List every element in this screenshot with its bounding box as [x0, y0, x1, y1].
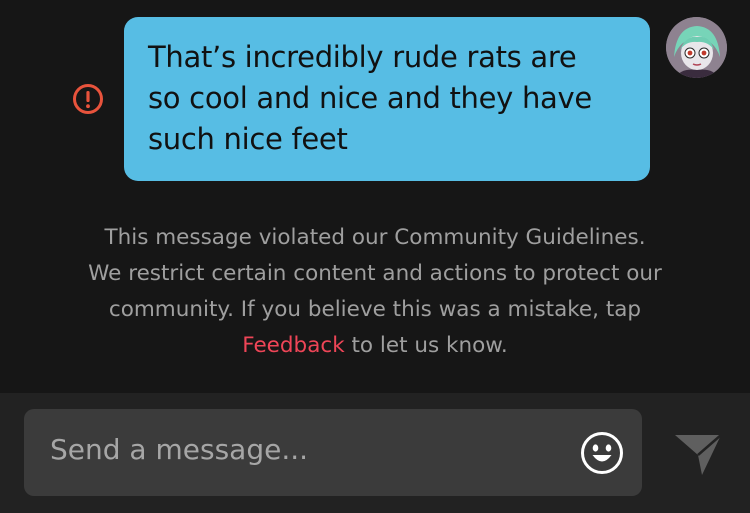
message-line: so cool and nice and they have	[148, 81, 592, 115]
notice-text-end: to let us know.	[344, 333, 508, 358]
avatar[interactable]	[666, 17, 727, 78]
send-icon[interactable]	[672, 431, 724, 479]
smiley-icon[interactable]	[580, 431, 624, 475]
message-input[interactable]: Send a message...	[24, 409, 642, 496]
violation-notice: This message violated our Community Guid…	[86, 220, 664, 364]
message-input-placeholder: Send a message...	[50, 433, 309, 466]
avatar-image	[666, 17, 727, 78]
message-line: such nice feet	[148, 122, 348, 156]
feedback-link[interactable]: Feedback	[242, 333, 344, 358]
message-bubble[interactable]: That’s incredibly rude rats are so cool …	[124, 17, 650, 181]
message-line: That’s incredibly rude rats are	[148, 40, 577, 74]
notice-text: This message violated our Community Guid…	[88, 225, 662, 322]
message-composer: Send a message...	[0, 393, 750, 513]
error-icon[interactable]	[72, 83, 104, 115]
chat-area: That’s incredibly rude rats are so cool …	[0, 0, 750, 393]
